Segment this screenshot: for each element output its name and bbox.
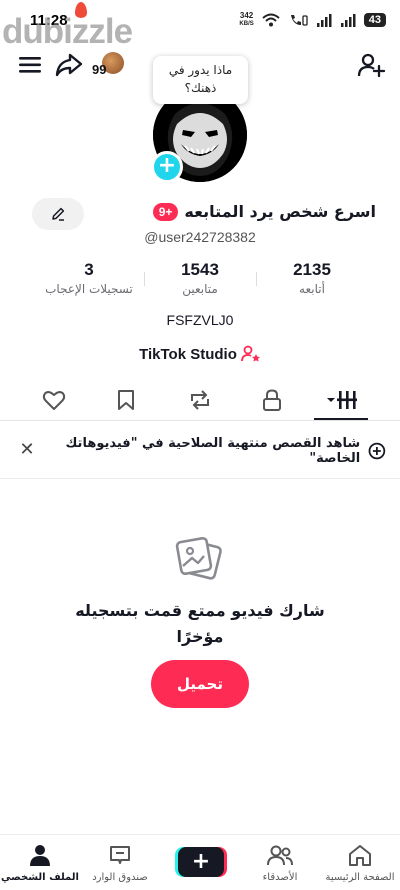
network-speed: 342 KB/S <box>239 11 254 28</box>
nav-friends[interactable]: الأصدقاء <box>240 843 320 883</box>
upload-button[interactable]: تحميل <box>151 660 249 708</box>
following-count: 2135 <box>293 260 331 279</box>
followers-count: 1543 <box>181 260 219 279</box>
section-divider <box>0 478 400 479</box>
photo-icon <box>175 536 222 580</box>
nav-home[interactable]: الصفحة الرئيسية <box>320 843 400 883</box>
studio-label: TikTok Studio <box>139 345 237 363</box>
tab-favorites[interactable] <box>102 386 150 414</box>
friends-icon <box>267 845 293 866</box>
bio-text: FSFZVLJ0 <box>166 312 234 328</box>
bottom-nav: الصفحة الرئيسية الأصدقاء + صندوق الوارد … <box>0 834 400 890</box>
studio-person-star-icon <box>240 345 260 362</box>
new-followers-badge[interactable]: +9 <box>152 202 179 221</box>
nav-home-label: الصفحة الرئيسية <box>325 872 395 883</box>
nickname: اسرع شخص يرد المتابعه <box>184 202 376 221</box>
nickname-row: اسرع شخص يرد المتابعه +9 <box>96 202 376 221</box>
tabs-divider <box>0 420 400 421</box>
create-button[interactable]: + <box>178 847 224 877</box>
tab-liked[interactable] <box>30 386 78 414</box>
profile-icon <box>30 845 50 866</box>
tab-reposts[interactable] <box>176 386 224 414</box>
stat-followers[interactable]: 1543 متابعين <box>140 260 260 296</box>
likes-count: 3 <box>84 260 94 279</box>
grid-icon <box>327 391 357 409</box>
followers-label: متابعين <box>182 282 218 296</box>
share-icon[interactable] <box>54 50 84 80</box>
signal-icon <box>316 14 332 27</box>
thought-bubble[interactable]: ماذا يدور في ذهنك؟ <box>153 56 248 104</box>
likes-label: تسجيلات الإعجاب <box>45 282 133 296</box>
tab-private[interactable] <box>248 386 296 414</box>
home-icon <box>349 845 371 866</box>
nav-profile-label: الملف الشخصي <box>1 872 79 883</box>
menu-icon[interactable] <box>16 50 46 80</box>
add-avatar-button[interactable]: + <box>151 151 183 183</box>
nav-inbox[interactable]: صندوق الوارد <box>80 843 160 883</box>
stat-likes[interactable]: 3 تسجيلات الإعجاب <box>29 260 149 296</box>
bookmark-icon <box>118 390 134 410</box>
banner-text: شاهد القصص منتهية الصلاحية في "فيديوهاتك… <box>65 436 361 466</box>
expired-stories-banner[interactable]: شاهد القصص منتهية الصلاحية في "فيديوهاتك… <box>0 436 400 466</box>
edit-profile-button[interactable] <box>32 198 84 230</box>
empty-state-text: شارك فيديو ممتع قمت بتسجيله مؤخرًا <box>75 601 325 646</box>
following-label: أتابعه <box>299 282 325 296</box>
watermark-logo: dubizzle <box>2 2 133 52</box>
tiktok-studio-link[interactable]: TikTok Studio <box>0 345 400 363</box>
battery-indicator: 43 <box>363 13 386 27</box>
add-friend-icon[interactable] <box>356 50 386 80</box>
inbox-icon <box>110 846 130 864</box>
nav-friends-label: الأصدقاء <box>262 872 298 883</box>
stat-following[interactable]: 2135 أتابعه <box>252 260 372 296</box>
nav-inbox-label: صندوق الوارد <box>92 872 148 883</box>
signal-icon-2 <box>340 14 356 27</box>
tab-videos[interactable] <box>318 386 366 414</box>
username: @user242728382 <box>144 229 256 245</box>
heart-icon <box>42 391 66 410</box>
friends-avatar[interactable]: 99 <box>92 52 126 80</box>
add-story-icon <box>368 442 386 460</box>
nav-profile[interactable]: الملف الشخصي <box>0 843 80 883</box>
banner-close-icon[interactable]: ✕ <box>16 438 38 462</box>
call-icon <box>290 15 308 26</box>
repost-icon <box>191 390 209 410</box>
pencil-icon <box>52 207 65 221</box>
wifi-icon <box>262 13 280 27</box>
status-icons: 342 KB/S 43 <box>239 12 386 28</box>
lock-icon <box>263 389 281 411</box>
